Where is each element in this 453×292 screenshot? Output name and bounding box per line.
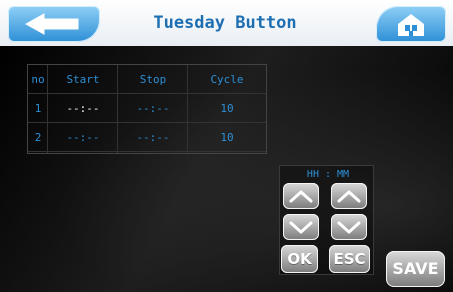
start-time[interactable]: --:-- — [48, 94, 118, 123]
row-number: 1 — [34, 102, 42, 115]
table-row[interactable]: 1 --:-- --:-- 10 — [28, 94, 266, 123]
chevron-down-icon — [289, 221, 313, 234]
time-format-label: HH : MM — [306, 169, 350, 180]
start-time[interactable]: --:-- — [48, 123, 118, 152]
chevron-up-icon — [337, 190, 361, 203]
column-header-stop: Stop — [139, 73, 167, 86]
chevron-down-icon — [337, 221, 361, 234]
save-button[interactable]: SAVE — [386, 251, 445, 287]
table-row[interactable]: 2 --:-- --:-- 10 — [28, 123, 266, 152]
arrow-left-icon — [24, 13, 79, 35]
chevron-up-icon — [289, 190, 313, 203]
row-number: 2 — [34, 131, 42, 144]
minute-down-button[interactable] — [331, 214, 367, 240]
back-button[interactable] — [8, 6, 100, 42]
column-header-start: Start — [66, 73, 100, 86]
home-icon — [398, 14, 424, 36]
schedule-table: no Start Stop Cycle 1 --:-- --:-- 10 2 -… — [27, 64, 267, 154]
ok-label: OK — [287, 250, 312, 268]
esc-label: ESC — [333, 250, 366, 268]
minute-up-button[interactable] — [331, 183, 367, 209]
save-label: SAVE — [392, 259, 439, 278]
esc-button[interactable]: ESC — [329, 245, 370, 273]
page-title: Tuesday Button — [153, 13, 297, 33]
stop-time[interactable]: --:-- — [118, 123, 188, 152]
hour-down-button[interactable] — [283, 214, 319, 240]
hour-up-button[interactable] — [283, 183, 319, 209]
stop-time[interactable]: --:-- — [118, 94, 188, 123]
home-button[interactable] — [376, 6, 446, 42]
table-header-row: no Start Stop Cycle — [28, 65, 266, 94]
ok-button[interactable]: OK — [281, 245, 318, 273]
header-bar: Tuesday Button — [0, 0, 453, 46]
cycle-value[interactable]: 10 — [188, 94, 266, 123]
column-header-cycle: Cycle — [210, 73, 244, 86]
column-header-no: no — [31, 73, 45, 86]
cycle-value[interactable]: 10 — [188, 123, 266, 152]
